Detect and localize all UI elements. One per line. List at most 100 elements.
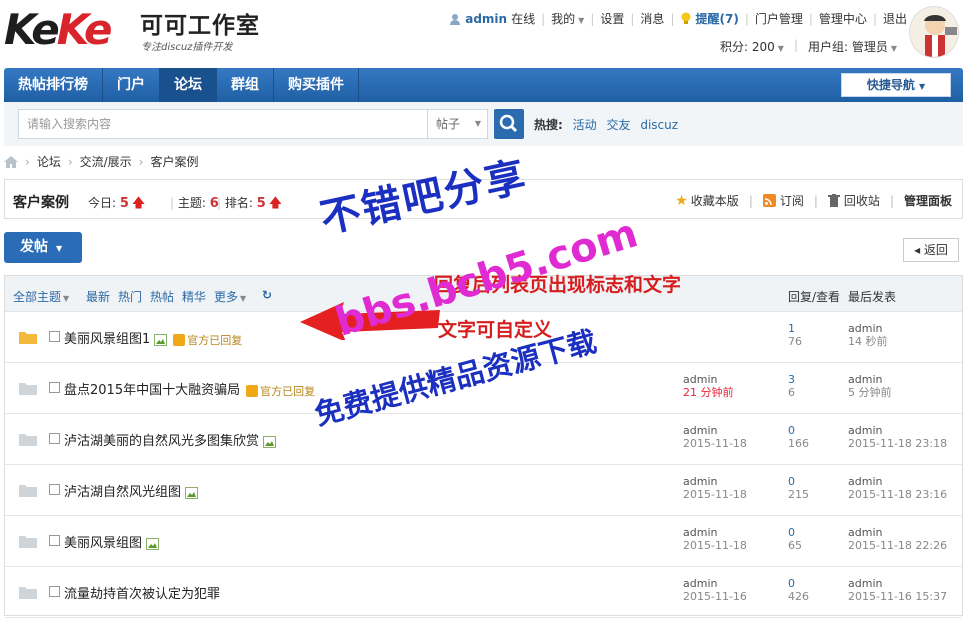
row-checkbox[interactable] [49, 586, 60, 597]
row-checkbox[interactable] [49, 382, 60, 393]
remind-link[interactable]: 提醒(7) [695, 10, 738, 27]
last-post-user[interactable]: admin [848, 475, 947, 488]
filter-hot[interactable]: 热门 [118, 288, 142, 305]
breadcrumb-link[interactable]: 论坛 [37, 153, 61, 170]
table-row[interactable]: 泸沽湖美丽的自然风光多图集欣赏 admin 2015-11-18 0 166 admin 2… [5, 414, 962, 465]
table-row[interactable]: 美丽风景组图1 官方已回复 1 76 admin 14 秒前 [5, 312, 962, 363]
refresh-icon[interactable]: ↻ [262, 288, 272, 302]
reply-count[interactable]: 0 [788, 475, 809, 488]
author-name[interactable]: admin [683, 424, 747, 437]
search-bar: 请输入搜索内容 帖子 ▼ 热搜: 活动 交友 discuz [4, 102, 963, 146]
author-name[interactable]: admin [683, 475, 747, 488]
table-row[interactable]: 泸沽湖自然风光组图 admin 2015-11-18 0 215 admin 2015-11… [5, 465, 962, 516]
filter-more[interactable]: 更多 ▼ [214, 288, 246, 305]
rank-label: 排名: [224, 196, 253, 210]
folder-icon [19, 536, 37, 548]
settings-link[interactable]: 设置 [600, 10, 624, 27]
nav-item-portal[interactable]: 门户 [103, 68, 160, 102]
manage-panel-button[interactable]: 管理面板 [904, 192, 952, 209]
subscribe-label: 订阅 [779, 194, 804, 208]
online-status[interactable]: 在线 [511, 10, 535, 27]
home-icon[interactable] [4, 155, 18, 168]
folder-icon [19, 587, 37, 599]
chevron-down-icon: ▼ [578, 16, 585, 25]
author-name[interactable]: admin [683, 373, 734, 386]
search-input[interactable]: 请输入搜索内容 [18, 109, 428, 139]
new-post-button[interactable]: 发帖 ▼ [4, 232, 82, 263]
nav-item-buy-plugin[interactable]: 购买插件 [274, 68, 359, 102]
row-checkbox[interactable] [49, 331, 60, 342]
table-row[interactable]: 盘点2015年中国十大融资骗局 官方已回复 admin 21 分钟前 3 6 admin 5 … [5, 363, 962, 414]
author-name[interactable]: admin [683, 577, 747, 590]
row-checkbox[interactable] [49, 535, 60, 546]
back-button[interactable]: ◂ 返回 [903, 238, 959, 262]
filter-hot-threads[interactable]: 热帖 [150, 288, 174, 305]
subscribe-button[interactable]: 订阅 [762, 192, 804, 209]
filter-digest[interactable]: 精华 [182, 288, 206, 305]
thread-title[interactable]: 美丽风景组图 [64, 532, 160, 551]
rss-icon [762, 194, 776, 207]
last-post-time[interactable]: 14 秒前 [848, 335, 888, 348]
last-post-user[interactable]: admin [848, 373, 892, 386]
last-post-user[interactable]: admin [848, 424, 947, 437]
usergroup-menu[interactable]: 用户组: 管理员 ▼ [808, 38, 897, 55]
thread-counts: 0 426 [788, 577, 809, 603]
last-post-user[interactable]: admin [848, 322, 888, 335]
last-post-time[interactable]: 2015-11-18 23:18 [848, 437, 947, 450]
row-checkbox[interactable] [49, 433, 60, 444]
lightbulb-icon [681, 12, 691, 24]
last-post-time[interactable]: 5 分钟前 [848, 386, 892, 399]
mine-menu[interactable]: 我的 ▼ [551, 10, 584, 27]
nav-item-group[interactable]: 群组 [217, 68, 274, 102]
filter-all[interactable]: 全部主题 ▼ [13, 288, 69, 305]
hot-link[interactable]: discuz [640, 118, 678, 132]
logout-link[interactable]: 退出 [883, 10, 907, 27]
breadcrumb-link[interactable]: 交流/展示 [80, 153, 132, 170]
search-type-select[interactable]: 帖子 ▼ [428, 109, 488, 139]
recycle-bin-button[interactable]: 回收站 [827, 192, 880, 209]
last-post-user[interactable]: admin [848, 526, 947, 539]
username-link[interactable]: admin [465, 12, 507, 26]
favorite-forum-button[interactable]: ★ 收藏本版 [675, 192, 739, 209]
reply-count[interactable]: 0 [788, 424, 809, 437]
reply-count[interactable]: 1 [788, 322, 802, 335]
thread-title[interactable]: 流量劫持首次被认定为犯罪 [64, 583, 220, 602]
table-row[interactable]: 美丽风景组图 admin 2015-11-18 0 65 admin 2015-11-18 … [5, 516, 962, 567]
filter-latest[interactable]: 最新 [86, 288, 110, 305]
reply-count[interactable]: 0 [788, 577, 809, 590]
row-checkbox[interactable] [49, 484, 60, 495]
thread-title[interactable]: 泸沽湖美丽的自然风光多图集欣赏 [64, 430, 277, 449]
messages-link[interactable]: 消息 [640, 10, 664, 27]
nav-item-hot[interactable]: 热帖排行榜 [4, 68, 103, 102]
hot-link[interactable]: 活动 [573, 118, 597, 132]
last-post: admin 2015-11-16 15:37 [848, 577, 947, 603]
hot-link[interactable]: 交友 [606, 118, 630, 132]
last-post-time[interactable]: 2015-11-18 22:26 [848, 539, 947, 552]
last-post-time[interactable]: 2015-11-16 15:37 [848, 590, 947, 603]
chevron-left-icon: ◂ [914, 243, 921, 257]
breadcrumb-current[interactable]: 客户案例 [151, 153, 199, 170]
quick-nav-button[interactable]: 快捷导航 ▼ [841, 73, 951, 97]
view-count: 215 [788, 488, 809, 501]
logo[interactable]: KeKe [4, 2, 112, 58]
thread-title[interactable]: 美丽风景组图1 官方已回复 [64, 328, 243, 349]
thread-title[interactable]: 盘点2015年中国十大融资骗局 官方已回复 [64, 379, 316, 400]
col-last-post: 最后发表 [848, 290, 897, 304]
col-reply-view: 回复/查看 [788, 290, 841, 304]
reply-count[interactable]: 3 [788, 373, 795, 386]
thread-author: admin 2015-11-16 [683, 577, 747, 603]
nav-item-forum[interactable]: 论坛 [160, 68, 217, 102]
avatar[interactable] [909, 6, 959, 58]
points-label: 积分: 200 [720, 40, 775, 54]
table-row[interactable]: 流量劫持首次被认定为犯罪 admin 2015-11-16 0 426 admin 2015… [5, 567, 962, 618]
points-menu[interactable]: 积分: 200 ▼ [720, 38, 784, 55]
thread-title[interactable]: 泸沽湖自然风光组图 [64, 481, 199, 500]
search-button[interactable] [494, 109, 524, 139]
admin-center-link[interactable]: 管理中心 [819, 10, 867, 27]
last-post-user[interactable]: admin [848, 577, 947, 590]
last-post-time[interactable]: 2015-11-18 23:16 [848, 488, 947, 501]
logo-text: KeKe [4, 5, 112, 54]
reply-count[interactable]: 0 [788, 526, 802, 539]
author-name[interactable]: admin [683, 526, 747, 539]
portal-manage-link[interactable]: 门户管理 [755, 10, 803, 27]
